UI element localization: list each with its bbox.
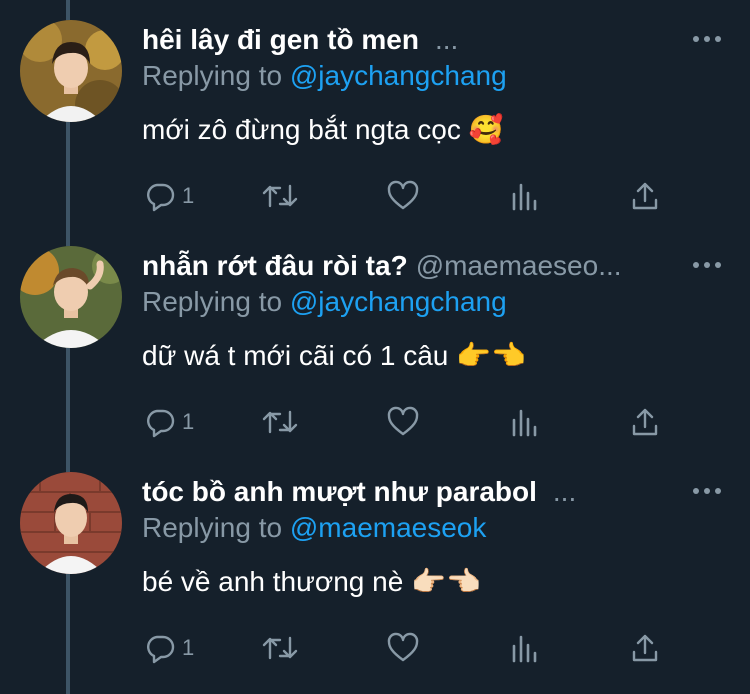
retweet-icon	[262, 410, 298, 434]
reply-count: 1	[182, 635, 195, 660]
username[interactable]: @maemaeseo...	[416, 250, 622, 281]
reply-button[interactable]: 1	[144, 628, 194, 668]
display-name[interactable]: hêi lây đi gen tồ men	[142, 24, 419, 55]
speech-bubble-icon	[147, 635, 175, 664]
speech-bubble-icon	[147, 183, 175, 212]
display-name[interactable]: tóc bồ anh mượt như parabol	[142, 476, 537, 507]
reply-count: 1	[182, 183, 195, 208]
more-horizontal-icon[interactable]	[690, 252, 724, 278]
analytics-button[interactable]	[510, 176, 540, 216]
share-upload-icon	[632, 408, 658, 436]
share-button[interactable]	[630, 176, 660, 216]
retweet-button[interactable]	[260, 176, 300, 216]
bar-chart-icon	[512, 183, 537, 211]
share-upload-icon	[632, 634, 658, 662]
bar-chart-icon	[512, 409, 537, 437]
replying-to-label: Replying to	[142, 512, 283, 543]
truncation-ellipsis: ...	[552, 476, 577, 507]
analytics-button[interactable]	[510, 628, 540, 668]
tweet-text: bé về anh thương nè 👉🏻👈🏻	[142, 566, 481, 597]
replying-to-line: Replying to @jaychangchang	[142, 58, 507, 94]
author-line: tóc bồ anh mượt như parabol...	[142, 474, 682, 510]
share-button[interactable]	[630, 402, 660, 442]
retweet-icon	[262, 184, 298, 208]
avatar[interactable]	[20, 20, 122, 122]
reply-count: 1	[182, 409, 195, 434]
more-horizontal-icon[interactable]	[690, 478, 724, 504]
analytics-button[interactable]	[510, 402, 540, 442]
reply-button[interactable]: 1	[144, 176, 194, 216]
speech-bubble-icon	[147, 409, 175, 438]
action-bar: 1	[0, 402, 750, 442]
retweet-button[interactable]	[260, 628, 300, 668]
truncation-ellipsis: ...	[434, 24, 459, 55]
replying-to-line: Replying to @maemaeseok	[142, 510, 486, 546]
tweet-text: dữ wá t mới cãi có 1 câu 👉👈	[142, 340, 526, 371]
replying-to-label: Replying to	[142, 60, 283, 91]
reply-button[interactable]: 1	[144, 402, 194, 442]
more-horizontal-icon[interactable]	[690, 26, 724, 52]
share-button[interactable]	[630, 628, 660, 668]
retweet-button[interactable]	[260, 402, 300, 442]
author-line: hêi lây đi gen tồ men...	[142, 22, 682, 58]
replying-to-user-link[interactable]: @jaychangchang	[290, 60, 507, 91]
tweet-text: mới zô đừng bắt ngta cọc 🥰	[142, 114, 504, 145]
heart-icon	[387, 632, 419, 662]
replying-to-user-link[interactable]: @maemaeseok	[290, 512, 487, 543]
reply-tweet-1[interactable]: hêi lây đi gen tồ men... Replying to @ja…	[0, 0, 750, 226]
action-bar: 1	[0, 176, 750, 216]
avatar[interactable]	[20, 472, 122, 574]
like-button[interactable]	[386, 176, 420, 216]
replying-to-label: Replying to	[142, 286, 283, 317]
reply-tweet-2[interactable]: nhẫn rớt đâu ròi ta? @maemaeseo... Replyi…	[0, 226, 750, 452]
avatar[interactable]	[20, 246, 122, 348]
like-button[interactable]	[386, 402, 420, 442]
heart-icon	[387, 406, 419, 436]
replying-to-user-link[interactable]: @jaychangchang	[290, 286, 507, 317]
bar-chart-icon	[512, 635, 537, 663]
share-upload-icon	[632, 182, 658, 210]
heart-icon	[387, 180, 419, 210]
like-button[interactable]	[386, 628, 420, 668]
retweet-icon	[262, 636, 298, 660]
display-name[interactable]: nhẫn rớt đâu ròi ta?	[142, 250, 408, 281]
author-line: nhẫn rớt đâu ròi ta? @maemaeseo...	[142, 248, 682, 284]
reply-tweet-3[interactable]: tóc bồ anh mượt như parabol... Replying …	[0, 452, 750, 678]
action-bar: 1	[0, 628, 750, 668]
replying-to-line: Replying to @jaychangchang	[142, 284, 507, 320]
